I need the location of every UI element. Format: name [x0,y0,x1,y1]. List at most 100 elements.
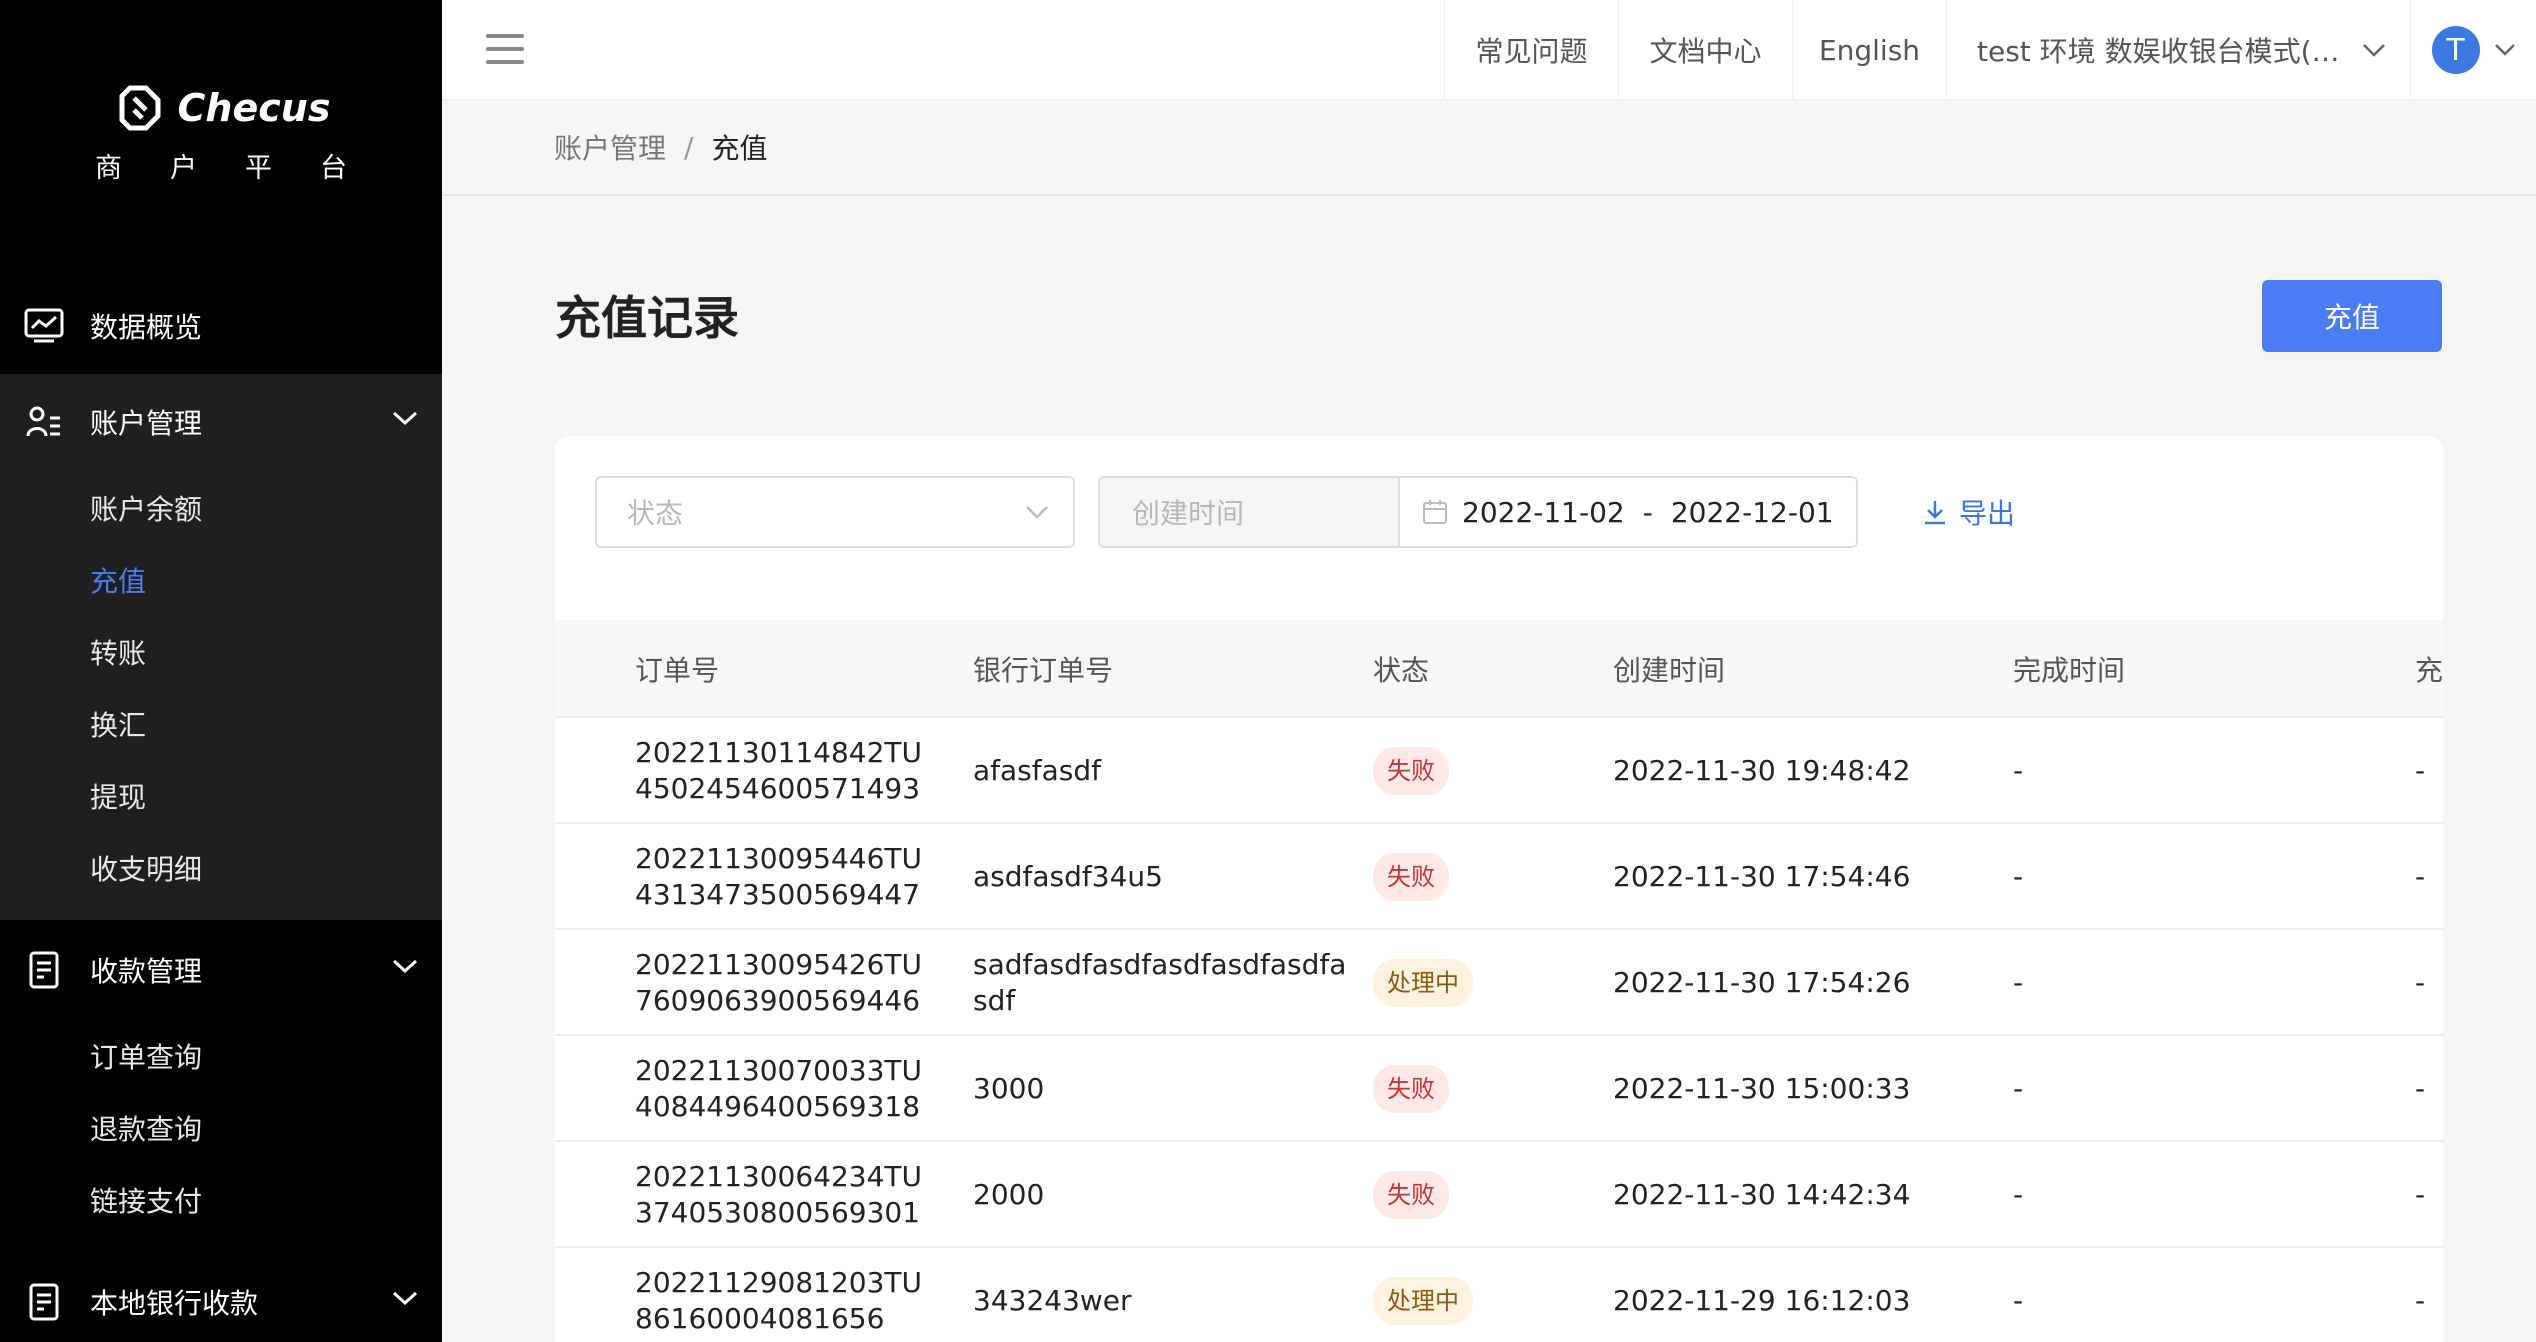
sidebar-item-withdraw[interactable]: 提现 [90,776,146,816]
status-badge: 失败 [1373,1065,1449,1113]
user-list-icon [24,402,64,442]
breadcrumb-parent[interactable]: 账户管理 [554,127,666,167]
cell-created-time: 2022-11-30 19:48:42 [1613,754,1911,787]
nav-collection-label: 收款管理 [90,955,203,988]
breadcrumb: 账户管理 / 充值 [442,100,2536,196]
cell-order-no: 20221130070033TU4084496400569318 [635,1054,922,1123]
col-bank-order-no: 银行订单号 [973,654,1114,687]
cell-bank-order-no: afasfasdf [973,754,1101,787]
avatar: T [2431,26,2480,74]
sidebar-item-order-query[interactable]: 订单查询 [90,1036,202,1076]
page-title: 充值记录 [555,291,739,345]
table-row[interactable]: 20221129081203TU86160004081656 343243wer 处… [555,1248,2443,1342]
sidebar-item-recharge[interactable]: 充值 [90,560,146,600]
chevron-down-icon [2494,44,2515,56]
table-row[interactable]: 20221130114842TU4502454600571493 afasfasd… [555,718,2443,824]
table-row[interactable]: 20221130095426TU7609063900569446 sadfasdf… [555,930,2443,1036]
cell-status: 失败 [1373,718,1449,824]
table-row[interactable]: 20221130070033TU4084496400569318 3000 失败 20… [555,1036,2443,1142]
brand-name: Checus [177,86,331,130]
cell-amount-partial: - [2415,1284,2426,1317]
cell-finished-time: - [2013,1178,2024,1211]
nav-account-management[interactable]: 账户管理 [0,374,442,470]
user-menu[interactable]: T [2410,0,2536,100]
recharge-button[interactable]: 充值 [2262,280,2442,352]
table-row[interactable]: 20221130095446TU4313473500569447 asdfasdf… [555,824,2443,930]
status-badge: 失败 [1373,1171,1449,1219]
sidebar-item-transfer[interactable]: 转账 [90,632,146,672]
environment-select[interactable]: test 环境 数娱收银台模式(… [1946,0,2410,100]
menu-toggle-icon[interactable] [486,34,524,66]
chevron-down-icon [392,1291,418,1306]
nav-account-label: 账户管理 [90,407,203,440]
language-switch[interactable]: English [1792,0,1946,100]
status-select[interactable]: 状态 [595,476,1075,548]
col-status: 状态 [1373,654,1430,687]
table-header: 订单号 银行订单号 状态 创建时间 完成时间 充 [555,620,2443,718]
document-icon [24,950,64,990]
cell-created-time: 2022-11-30 15:00:33 [1613,1072,1911,1105]
nav-overview[interactable]: 数据概览 [0,278,442,374]
cell-amount-partial: - [2415,1072,2426,1105]
sidebar-item-balance[interactable]: 账户余额 [90,488,202,528]
breadcrumb-separator: / [684,130,694,164]
date-range-picker[interactable]: 2022-11-02 - 2022-12-01 [1398,476,1858,548]
download-icon [1925,501,1945,525]
sidebar-item-refund-query[interactable]: 退款查询 [90,1108,202,1148]
created-time-label: 创建时间 [1132,497,1245,530]
chevron-up-icon [392,411,418,426]
docs-link[interactable]: 文档中心 [1618,0,1792,100]
col-amount-partial: 充 [2415,654,2443,687]
date-separator: - [1642,495,1653,529]
cell-amount-partial: - [2415,1178,2426,1211]
status-badge: 处理中 [1373,959,1473,1007]
cell-status: 失败 [1373,1036,1449,1142]
sidebar-item-statement[interactable]: 收支明细 [90,848,202,888]
status-placeholder: 状态 [627,497,684,530]
nav-collection-management[interactable]: 收款管理 [0,922,442,1018]
cell-order-no: 20221130114842TU4502454600571493 [635,736,922,805]
status-badge: 失败 [1373,747,1449,795]
chart-icon [24,306,64,346]
cell-finished-time: - [2013,754,2024,787]
cell-order-no: 20221130095426TU7609063900569446 [635,948,922,1017]
sidebar-item-exchange[interactable]: 换汇 [90,704,146,744]
nav-local-bank[interactable]: 本地银行收款 [0,1254,442,1342]
cell-status: 处理中 [1373,1248,1473,1342]
cell-bank-order-no: sadfasdfasdfasdfasdfasdfasdf [973,948,1347,1017]
col-finished-time: 完成时间 [2013,654,2126,687]
sidebar-item-link-payment[interactable]: 链接支付 [90,1180,202,1220]
brand-logo[interactable]: Checus 商户平台 [0,80,442,185]
date-start[interactable]: 2022-11-02 [1462,496,1625,529]
nav-overview-label: 数据概览 [90,311,203,344]
export-label: 导出 [1959,497,2016,530]
cell-bank-order-no: 343243wer [973,1284,1132,1317]
cell-order-no: 20221130095446TU4313473500569447 [635,842,922,911]
chevron-down-icon [2362,44,2385,57]
cell-bank-order-no: 2000 [973,1178,1045,1211]
sidebar: Checus 商户平台 数据概览 账户管理 账户余额 充值 转账 换汇 提现 收… [0,0,442,1342]
status-badge: 失败 [1373,853,1449,901]
cell-finished-time: - [2013,1072,2024,1105]
calendar-icon [1423,500,1447,524]
recharge-table: 订单号 银行订单号 状态 创建时间 完成时间 充 20221130114842T… [555,620,2443,1342]
cell-created-time: 2022-11-30 14:42:34 [1613,1178,1911,1211]
cell-created-time: 2022-11-29 16:12:03 [1613,1284,1911,1317]
table-body: 20221130114842TU4502454600571493 afasfasd… [555,718,2443,1342]
document-icon [24,1282,64,1322]
cell-status: 处理中 [1373,930,1473,1036]
date-type-label: 创建时间 [1098,476,1400,548]
cell-status: 失败 [1373,824,1449,930]
table-row[interactable]: 20221130064234TU3740530800569301 2000 失败 20… [555,1142,2443,1248]
environment-label: test 环境 数娱收银台模式(… [1977,35,2340,68]
col-created-time: 创建时间 [1613,654,1726,687]
export-button[interactable]: 导出 [1923,476,2015,548]
breadcrumb-current: 充值 [711,132,768,165]
nav-local-bank-label: 本地银行收款 [90,1287,259,1320]
status-badge: 处理中 [1373,1277,1473,1325]
top-header: 常见问题 文档中心 English test 环境 数娱收银台模式(… T [442,0,2536,100]
faq-link[interactable]: 常见问题 [1444,0,1618,100]
cell-amount-partial: - [2415,860,2426,893]
date-end[interactable]: 2022-12-01 [1671,496,1834,529]
cell-finished-time: - [2013,966,2024,999]
